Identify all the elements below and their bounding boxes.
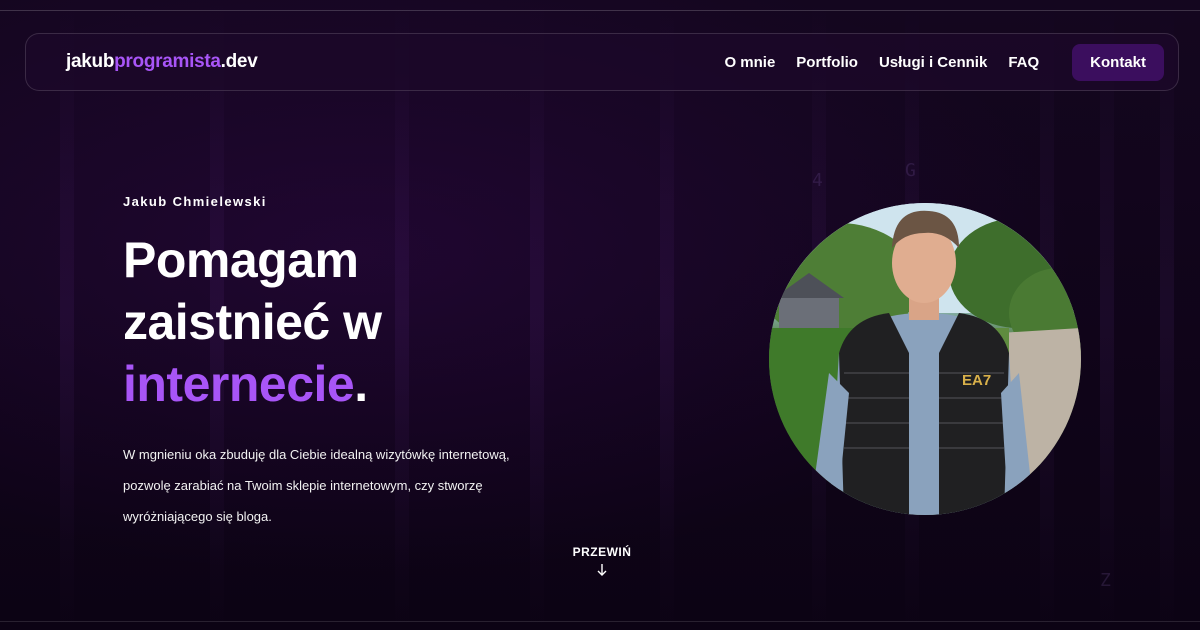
arrow-down-icon — [597, 564, 607, 576]
contact-button[interactable]: Kontakt — [1072, 43, 1164, 81]
vest-logo-text: EA7 — [962, 372, 991, 389]
main-nav: O mnie Portfolio Usługi i Cennik FAQ Kon… — [703, 43, 1164, 81]
logo-part-2: programista — [114, 51, 221, 72]
headline-line-2: zaistnieć w — [123, 294, 382, 350]
logo-part-3: .dev — [220, 51, 258, 72]
headline-line-1: Pomagam — [123, 232, 359, 288]
matrix-glyph: Z — [1100, 570, 1111, 591]
nav-link-portfolio[interactable]: Portfolio — [796, 54, 858, 71]
headline-period: . — [354, 356, 368, 412]
portrait-illustration: EA7 — [769, 203, 1081, 515]
site-logo[interactable]: jakubprogramista.dev — [66, 51, 258, 73]
matrix-column — [1160, 0, 1174, 630]
hero-description: W mgnieniu oka zbuduję dla Ciebie idealn… — [123, 447, 510, 524]
navbar: jakubprogramista.dev O mnie Portfolio Us… — [25, 33, 1179, 91]
matrix-glyph: G — [905, 160, 916, 181]
headline-accent: internecie — [123, 356, 355, 412]
hero-headline: Pomagam zaistnieć w internecie. — [123, 229, 683, 415]
scroll-indicator[interactable]: PRZEWIŃ — [552, 545, 652, 577]
matrix-glyph: 4 — [812, 170, 823, 191]
nav-link-services[interactable]: Usługi i Cennik — [879, 54, 987, 71]
bottom-divider — [0, 621, 1200, 622]
page: G 4 Z jakubprogramista.dev O mnie Portfo… — [0, 0, 1200, 630]
scroll-label: PRZEWIŃ — [572, 545, 632, 559]
profile-photo: EA7 — [769, 203, 1081, 515]
matrix-column — [60, 0, 74, 630]
nav-link-faq[interactable]: FAQ — [1008, 54, 1039, 71]
matrix-column — [1100, 0, 1114, 630]
hero-eyebrow: Jakub Chmielewski — [123, 194, 267, 209]
nav-link-about[interactable]: O mnie — [724, 54, 775, 71]
hero-section: Jakub Chmielewski Pomagam zaistnieć w in… — [123, 194, 683, 532]
top-divider — [0, 10, 1200, 11]
logo-part-1: jakub — [66, 51, 115, 72]
